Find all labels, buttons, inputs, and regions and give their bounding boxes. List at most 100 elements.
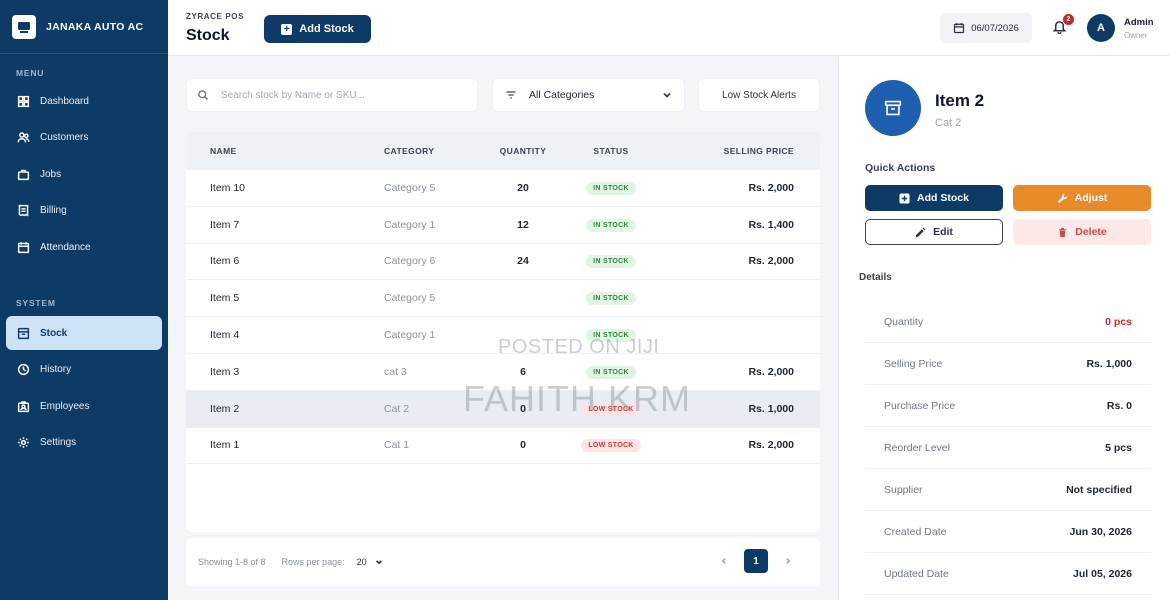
table-row[interactable]: Item 2 Cat 2 0 LOW STOCK Rs. 1,000 — [186, 390, 820, 428]
cell-price: Rs. 2,000 — [748, 255, 794, 268]
date-picker[interactable]: 06/07/2026 — [940, 13, 1032, 43]
filter-icon — [505, 89, 529, 101]
sidebar-item-settings[interactable]: Settings — [6, 426, 162, 460]
cell-quantity: 24 — [517, 255, 529, 268]
cell-category: Category 5 — [384, 181, 436, 194]
cell-quantity: 12 — [517, 218, 529, 231]
search-input[interactable] — [221, 89, 461, 101]
cell-status: IN STOCK — [568, 254, 654, 269]
sidebar-item-stock[interactable]: Stock — [6, 316, 162, 350]
rows-per-page-value: 20 — [356, 557, 367, 567]
history-icon — [16, 363, 30, 377]
status-badge: IN STOCK — [586, 255, 636, 269]
prev-page-button[interactable] — [714, 549, 734, 573]
quick-actions-label: Quick Actions — [865, 162, 936, 174]
status-badge: IN STOCK — [586, 365, 636, 379]
current-date: 06/07/2026 — [971, 22, 1019, 34]
item-category: Cat 2 — [935, 117, 962, 129]
rows-per-page-label: Rows per page: — [281, 557, 345, 567]
search-icon — [198, 90, 208, 100]
detail-row: Purchase Price Rs. 0 — [865, 385, 1151, 427]
chevron-left-icon — [721, 558, 726, 564]
add-stock-button[interactable]: + Add Stock — [264, 15, 371, 43]
details-card: Quantity 0 pcs Selling Price Rs. 1,000 Purch… — [865, 301, 1151, 600]
low-stock-alerts-button[interactable]: Low Stock Alerts — [698, 78, 820, 112]
table-row[interactable]: Item 7 Category 1 12 IN STOCK Rs. 1,400 — [186, 207, 820, 244]
table-row[interactable]: Item 1 Cat 1 0 LOW STOCK Rs. 2,000 — [186, 428, 820, 465]
sidebar-item-label: Billing — [40, 205, 67, 217]
detail-label: Quantity — [884, 315, 924, 328]
dashboard-icon — [16, 94, 30, 108]
table-row[interactable]: Item 3 cat 3 6 IN STOCK Rs. 2,000 — [186, 354, 820, 391]
chevron-down-icon — [375, 560, 382, 565]
avatar[interactable]: A — [1087, 14, 1115, 42]
column-header-quantity[interactable]: QUANTITY — [478, 146, 568, 156]
edit-button[interactable]: Edit — [865, 219, 1003, 245]
table-row[interactable]: Item 6 Category 6 24 IN STOCK Rs. 2,000 — [186, 244, 820, 281]
cell-status: LOW STOCK — [568, 402, 654, 416]
brand-name: JANAKA AUTO AC — [46, 20, 144, 33]
sidebar-item-customers[interactable]: Customers — [6, 121, 162, 155]
table-row[interactable]: Item 4 Category 1 IN STOCK — [186, 317, 820, 354]
category-select[interactable]: All Categories — [492, 78, 685, 112]
cell-category: Cat 2 — [384, 402, 410, 415]
column-header-selling-price[interactable]: SELLING PRICE — [654, 146, 820, 156]
cell-status: IN STOCK — [568, 365, 654, 379]
detail-row: Supplier Not specified — [865, 469, 1151, 511]
sidebar-item-dashboard[interactable]: Dashboard — [6, 84, 162, 118]
column-header-category[interactable]: CATEGORY — [360, 146, 478, 156]
cell-status: IN STOCK — [568, 291, 654, 306]
sidebar-item-employees[interactable]: Employees — [6, 389, 162, 423]
detail-row: Quantity 0 pcs — [865, 301, 1151, 343]
cell-price: Rs. 2,000 — [748, 439, 794, 452]
sidebar-item-jobs[interactable]: Jobs — [6, 157, 162, 191]
showing-count: Showing 1-8 of 8 — [198, 557, 266, 567]
cell-category: Category 1 — [384, 218, 436, 231]
cell-name: Item 10 — [210, 181, 246, 194]
detail-value: Rs. 1,000 — [1086, 357, 1132, 370]
menu-section-label: MENU — [16, 68, 45, 78]
detail-label: Updated Date — [884, 567, 949, 580]
column-header-status[interactable]: STATUS — [568, 146, 654, 156]
delete-button[interactable]: Delete — [1013, 219, 1151, 245]
item-avatar — [865, 80, 921, 136]
rows-per-page-select[interactable]: 20 — [357, 557, 383, 567]
pagination: 1 — [714, 549, 798, 573]
table-row[interactable]: Item 10 Category 5 20 IN STOCK Rs. 2,000 — [186, 170, 820, 207]
stock-icon — [16, 326, 30, 340]
cell-name: Item 3 — [210, 365, 240, 378]
search-box[interactable] — [186, 78, 478, 112]
cell-price: Rs. 1,000 — [748, 402, 794, 415]
table-row[interactable]: Item 5 Category 5 IN STOCK — [186, 280, 820, 318]
sidebar-item-label: History — [40, 364, 72, 376]
next-page-button[interactable] — [778, 549, 798, 573]
users-icon — [16, 131, 30, 145]
adjust-button[interactable]: Adjust — [1013, 185, 1151, 211]
detail-label: Reorder Level — [884, 441, 950, 454]
sidebar-item-label: Stock — [40, 327, 68, 339]
column-header-name[interactable]: NAME — [186, 146, 360, 156]
item-detail-panel: Item 2 Cat 2 Quick Actions Add Stock Adj… — [838, 56, 1170, 600]
plus-icon: + — [281, 23, 293, 35]
sidebar-item-billing[interactable]: Billing — [6, 194, 162, 228]
cell-name: Item 7 — [210, 218, 240, 231]
user-name: Admin — [1124, 17, 1154, 28]
system-section-label: SYSTEM — [16, 298, 56, 308]
page-button-current[interactable]: 1 — [744, 549, 768, 573]
detail-value: Rs. 0 — [1106, 399, 1132, 412]
table-header: NAME CATEGORY QUANTITY STATUS SELLING PR… — [186, 132, 820, 170]
details-label: Details — [859, 272, 892, 283]
quick-add-stock-button[interactable]: Add Stock — [865, 185, 1003, 211]
gear-icon — [16, 436, 30, 450]
app-name: ZYRACE POS — [186, 12, 245, 21]
cell-name: Item 4 — [210, 329, 240, 342]
detail-label: Purchase Price — [884, 399, 956, 412]
table-footer: Showing 1-8 of 8 Rows per page: 20 1 — [186, 538, 820, 586]
detail-row: Selling Price Rs. 1,000 — [865, 343, 1151, 385]
notifications-button[interactable]: 2 — [1052, 14, 1074, 37]
sidebar-item-attendance[interactable]: Attendance — [6, 230, 162, 264]
sidebar-item-history[interactable]: History — [6, 353, 162, 387]
detail-label: Created Date — [884, 525, 947, 538]
plus-square-icon — [899, 192, 910, 204]
sidebar-item-label: Jobs — [40, 168, 62, 180]
